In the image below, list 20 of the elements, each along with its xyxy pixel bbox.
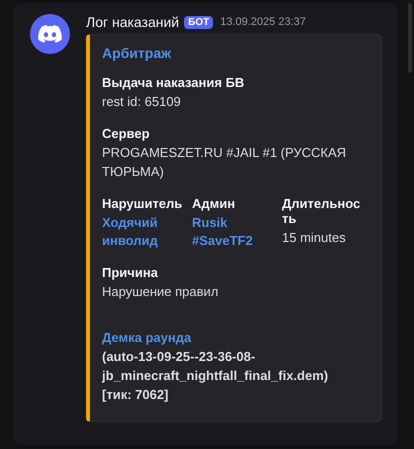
field-value: (auto-13-09-25--23-36-08-jb_minecraft_nightfall_final_fix.dem) [тик: 7062] (102, 348, 330, 404)
avatar[interactable] (30, 14, 70, 54)
field-name: Длительность (282, 196, 362, 226)
field-value: rest id: 65109 (102, 93, 182, 111)
bot-badge: БОТ (184, 16, 214, 28)
field-name: Причина (102, 265, 159, 280)
mention-link[interactable]: Ходячий инволид (102, 214, 192, 252)
field-value: PROGAMESZET.RU #JAIL #1 (РУССКАЯ ТЮРЬМА) (102, 144, 348, 181)
mention-link[interactable]: Rusik #SaveTF2 (192, 214, 282, 252)
field-name: Демка раунда (102, 330, 192, 346)
field-value: 15 minutes (282, 228, 347, 247)
field-name: Админ (192, 196, 236, 211)
timestamp: 13.09.2025 23:37 (220, 16, 306, 28)
field-name: Сервер (102, 126, 151, 141)
field-value: Нарушение правил (102, 283, 220, 302)
controller-icon (38, 25, 62, 43)
author-name[interactable]: Лог наказаний (86, 14, 180, 30)
embed-title: Арбитраж (102, 45, 172, 61)
field-name: Нарушитель (102, 196, 184, 211)
field-name: Выдача наказания БВ (102, 75, 246, 90)
